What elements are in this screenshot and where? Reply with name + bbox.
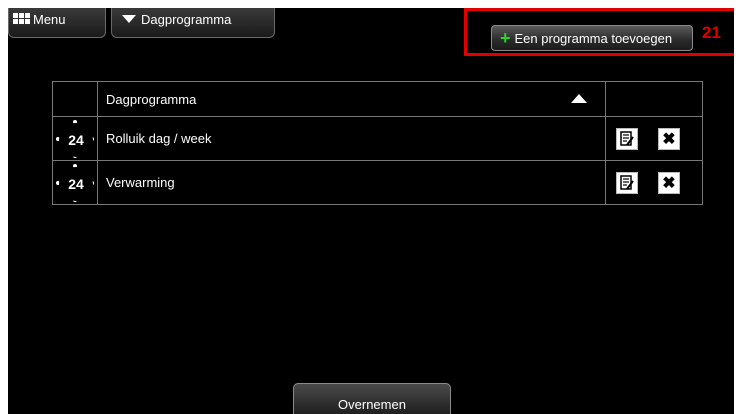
delete-button[interactable]: ✖ [658,127,680,150]
edit-icon [620,130,634,146]
table-row[interactable]: 24 Verwarming ✖ [52,160,703,205]
header-actions-cell [605,81,703,117]
clock-label: 24 [59,166,93,201]
dropdown-label: Dagprogramma [141,12,232,27]
edit-button[interactable] [616,127,638,150]
delete-button[interactable]: ✖ [658,171,680,194]
grid-menu-icon [13,13,30,24]
menu-button[interactable]: Menu [8,8,106,38]
annotation-number: 21 [702,23,721,42]
app-screen: Menu Dagprogramma + Een programma toevoe… [8,8,734,414]
edit-icon [620,174,634,190]
table-header-row: Dagprogramma [52,81,703,117]
table-row[interactable]: 24 Rolluik dag / week ✖ [52,116,703,161]
apply-button[interactable]: Overnemen [293,383,451,414]
clock-24h-icon: 24 [55,163,95,203]
program-table: Dagprogramma 24 Rolluik dag / week ✖ 24 … [52,81,703,205]
program-name[interactable]: Rolluik dag / week [97,116,606,161]
menu-label: Menu [33,12,66,27]
edit-button[interactable] [616,171,638,194]
header-icon-cell [52,81,98,117]
annotation-highlight-box [464,8,734,56]
triangle-down-icon [122,15,136,23]
close-icon: ✖ [662,174,676,192]
clock-label: 24 [59,122,93,157]
dagprogramma-dropdown[interactable]: Dagprogramma [111,8,275,38]
program-name[interactable]: Verwarming [97,160,606,205]
clock-24h-icon: 24 [55,119,95,159]
column-header-dagprogramma: Dagprogramma [106,91,197,107]
sort-ascending-icon[interactable] [571,93,587,103]
header-name-cell[interactable]: Dagprogramma [97,81,606,117]
close-icon: ✖ [662,130,676,148]
